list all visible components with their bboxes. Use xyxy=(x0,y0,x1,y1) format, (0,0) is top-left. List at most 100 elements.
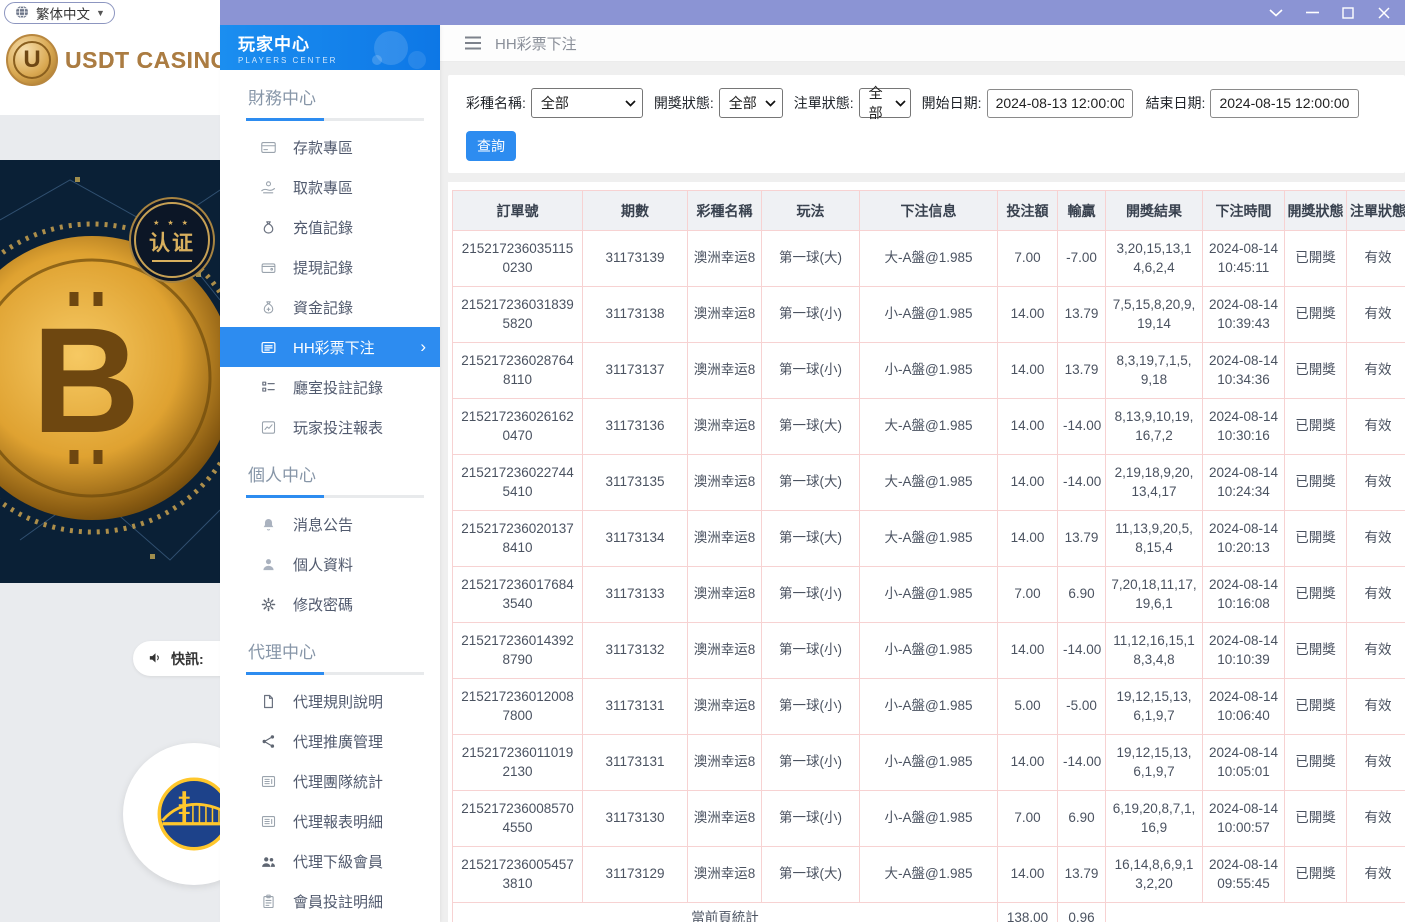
certification-badge: ★ ★ ★ 认证 xyxy=(134,202,210,278)
sidebar-item-取款專區[interactable]: 取款專區 xyxy=(220,167,440,207)
table-cell: 14.00 xyxy=(998,455,1058,511)
table-cell: 澳洲幸运8 xyxy=(688,343,762,399)
sidebar-item-代理規則說明[interactable]: 代理規則說明 xyxy=(220,681,440,721)
table-cell: 澳洲幸运8 xyxy=(688,287,762,343)
bitcoin-artwork: B ★ ★ ★ 认证 xyxy=(0,160,220,583)
sidebar-item-資金記錄[interactable]: 資金記錄 xyxy=(220,287,440,327)
search-button[interactable]: 查詢 xyxy=(466,131,516,161)
window-titlebar xyxy=(220,0,1405,25)
table-cell: 2024-08-14 10:10:39 xyxy=(1203,623,1285,679)
table-cell: 澳洲幸运8 xyxy=(688,231,762,287)
table-cell: 6.90 xyxy=(1058,791,1106,847)
draw-status-select-value: 全部 xyxy=(729,93,757,113)
table-cell: 第一球(大) xyxy=(762,511,860,567)
table-cell: 大-A盤@1.985 xyxy=(860,847,998,903)
table-cell: 第一球(大) xyxy=(762,455,860,511)
withdraw-hand-icon xyxy=(260,179,277,196)
sidebar-item-代理下級會員[interactable]: 代理下級會員 xyxy=(220,841,440,881)
recharge-moneybag-icon xyxy=(260,219,277,236)
table-row: 215217236035115023031173139澳洲幸运8第一球(大)大-… xyxy=(453,231,1405,287)
app-window: 繁体中文 ▼ U USDT CASINO xyxy=(0,0,1405,922)
table-cell: 第一球(小) xyxy=(762,623,860,679)
table-cell: 31173132 xyxy=(583,623,688,679)
page-title: HH彩票下注 xyxy=(495,33,577,54)
bell-icon xyxy=(260,516,277,533)
table-cell: -5.00 xyxy=(1058,679,1106,735)
window-controls xyxy=(1265,4,1405,22)
minimize-button[interactable] xyxy=(1301,4,1323,22)
sidebar-item-廳室投註記錄[interactable]: 廳室投註記錄 xyxy=(220,367,440,407)
sidebar-item-代理團隊統計[interactable]: 代理團隊統計 xyxy=(220,761,440,801)
section-title: 個人中心 xyxy=(248,461,422,486)
table-cell: 已開獎 xyxy=(1285,231,1347,287)
menu-toggle-icon[interactable] xyxy=(464,36,482,50)
order-status-label: 注單狀態: xyxy=(794,93,854,113)
end-date-input[interactable] xyxy=(1210,89,1359,118)
maximize-button[interactable] xyxy=(1337,4,1359,22)
table-cell: 有效 xyxy=(1347,847,1405,903)
table-cell: 11,12,16,15,18,3,4,8 xyxy=(1106,623,1203,679)
order-status-select[interactable]: 全部 xyxy=(859,88,911,118)
sidebar-item-個人資料[interactable]: 個人資料 xyxy=(220,544,440,584)
table-cell: 2024-08-14 10:45:11 xyxy=(1203,231,1285,287)
table-cell: 小-A盤@1.985 xyxy=(860,623,998,679)
sidebar-item-修改密碼[interactable]: 修改密碼 xyxy=(220,584,440,624)
lottery-select[interactable]: 全部 xyxy=(531,88,643,118)
table-cell: 7,5,15,8,20,9,19,14 xyxy=(1106,287,1203,343)
table-cell: 第一球(小) xyxy=(762,287,860,343)
table-cell: 31173135 xyxy=(583,455,688,511)
table-cell: 31173129 xyxy=(583,847,688,903)
sidebar-item-消息公告[interactable]: 消息公告 xyxy=(220,504,440,544)
close-button[interactable] xyxy=(1373,4,1395,22)
sidebar-item-label: 存款專區 xyxy=(293,137,353,158)
table-cell: 19,12,15,13,6,1,9,7 xyxy=(1106,735,1203,791)
sidebar-item-提現記錄[interactable]: 提現記錄 xyxy=(220,247,440,287)
table-cell: 小-A盤@1.985 xyxy=(860,287,998,343)
sidebar-item-label: 會員投註明細 xyxy=(293,891,383,912)
language-selector[interactable]: 繁体中文 ▼ xyxy=(4,2,115,24)
draw-status-select[interactable]: 全部 xyxy=(719,88,783,118)
table-cell: 2152172360227445410 xyxy=(453,455,583,511)
sidebar-item-label: 取款專區 xyxy=(293,177,353,198)
table-cell: 31173137 xyxy=(583,343,688,399)
chevron-down-icon xyxy=(765,100,776,107)
table-cell: 31173139 xyxy=(583,231,688,287)
table-cell: 31173130 xyxy=(583,791,688,847)
sidebar-item-充值記錄[interactable]: 充值記錄 xyxy=(220,207,440,247)
table-cell: 大-A盤@1.985 xyxy=(860,399,998,455)
table-cell: -14.00 xyxy=(1058,399,1106,455)
lottery-select-value: 全部 xyxy=(541,93,569,113)
table-cell: 已開獎 xyxy=(1285,343,1347,399)
sidebar-item-存款專區[interactable]: 存款專區 xyxy=(220,127,440,167)
sidebar-item-玩家投注報表[interactable]: 玩家投注報表 xyxy=(220,407,440,447)
table-cell: 第一球(小) xyxy=(762,567,860,623)
start-date-input[interactable] xyxy=(987,89,1133,118)
doc-icon xyxy=(260,693,277,710)
sidebar-item-代理推廣管理[interactable]: 代理推廣管理 xyxy=(220,721,440,761)
table-cell: 14.00 xyxy=(998,287,1058,343)
sidebar-item-會員投註明細[interactable]: 會員投註明細 xyxy=(220,881,440,921)
sidebar: 玩家中心 PLAYERS CENTER 財務中心存款專區取款專區充值記錄提現記錄… xyxy=(220,25,440,922)
table-cell: 8,13,9,10,19,16,7,2 xyxy=(1106,399,1203,455)
sidebar-item-HH彩票下注[interactable]: HH彩票下注› xyxy=(220,327,440,367)
table-cell: 2024-08-14 10:30:16 xyxy=(1203,399,1285,455)
room-records-icon xyxy=(260,379,277,396)
sidebar-item-label: 代理規則說明 xyxy=(293,691,383,712)
team-stats-icon xyxy=(260,773,277,790)
gear-icon xyxy=(260,596,277,613)
draw-status-label: 開獎狀態: xyxy=(654,93,714,113)
table-row: 215217236012008780031173131澳洲幸运8第一球(小)小-… xyxy=(453,679,1405,735)
table-cell: 13.79 xyxy=(1058,847,1106,903)
table-header-row: 訂單號期數彩種名稱玩法下注信息投注額輸贏開獎結果下注時間開獎狀態注單狀態 xyxy=(453,191,1405,231)
chevron-down-icon[interactable] xyxy=(1265,4,1287,22)
table-cell: 2024-08-14 10:06:40 xyxy=(1203,679,1285,735)
brand-logo: U USDT CASINO xyxy=(6,34,229,86)
table-cell: 6,19,20,8,7,1,16,9 xyxy=(1106,791,1203,847)
sidebar-item-label: 代理團隊統計 xyxy=(293,771,383,792)
share-icon xyxy=(260,733,277,750)
table-cell: 7.00 xyxy=(998,567,1058,623)
clipboard-icon xyxy=(260,893,277,910)
table-cell: 小-A盤@1.985 xyxy=(860,679,998,735)
order-status-select-value: 全部 xyxy=(869,83,891,123)
sidebar-item-代理報表明細[interactable]: 代理報表明細 xyxy=(220,801,440,841)
